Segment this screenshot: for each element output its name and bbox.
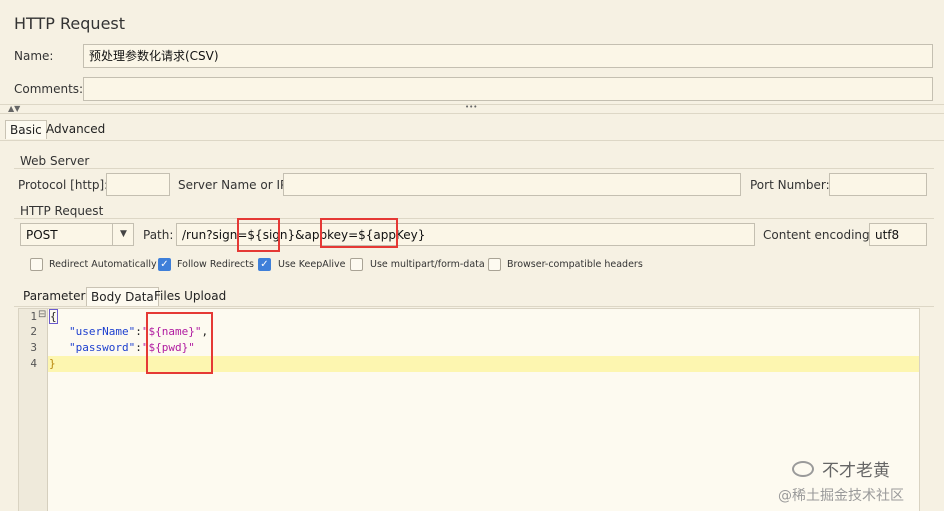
use-keepalive-checkbox[interactable]: ✓ (258, 258, 271, 271)
redirect-automatically-checkbox[interactable] (30, 258, 43, 271)
tab-advanced[interactable]: Advanced (42, 120, 109, 138)
follow-redirects-checkbox[interactable]: ✓ (158, 258, 171, 271)
json-key-username: "userName" (69, 325, 136, 338)
line-number: 1 (30, 310, 37, 323)
port-number-field[interactable] (829, 173, 927, 196)
comments-field[interactable] (83, 77, 933, 101)
json-colon: : (135, 341, 142, 354)
redirect-automatically-label: Redirect Automatically (49, 259, 157, 270)
port-number-label: Port Number: (750, 178, 830, 192)
multipart-checkbox[interactable] (350, 258, 363, 271)
http-request-section-title: HTTP Request (20, 204, 104, 218)
json-key-password: "password" (69, 341, 136, 354)
wechat-icon (792, 461, 814, 477)
collapse-arrows-icon[interactable]: ▲▼ (8, 104, 20, 113)
method-value: POST (26, 228, 58, 242)
watermark-author: 不才老黄 (822, 461, 890, 481)
comments-label: Comments: (14, 82, 84, 96)
page-title: HTTP Request (14, 14, 126, 33)
open-brace: { (49, 309, 58, 324)
protocol-label: Protocol [http]: (18, 178, 109, 192)
follow-redirects-label: Follow Redirects (177, 259, 254, 270)
line-number: 3 (30, 341, 37, 354)
fold-icon[interactable]: ⊟ (38, 309, 46, 320)
line-number: 2 (30, 325, 37, 338)
use-keepalive-label: Use KeepAlive (278, 259, 346, 270)
multipart-label: Use multipart/form-data (370, 259, 485, 270)
close-brace: } (49, 357, 56, 370)
protocol-field[interactable] (106, 173, 170, 196)
annotation-box-sign (237, 218, 280, 252)
browser-compatible-label: Browser-compatible headers (507, 259, 643, 270)
json-colon: : (135, 325, 142, 338)
watermark-site: @稀土掘金技术社区 (778, 488, 904, 504)
name-label: Name: (14, 49, 54, 63)
content-encoding-field[interactable]: utf8 (869, 223, 927, 246)
annotation-box-appkey (320, 218, 398, 248)
web-server-section-title: Web Server (20, 154, 90, 168)
line-number: 4 (30, 357, 37, 370)
splitter-handle[interactable]: ••• (465, 103, 477, 111)
tab-files-upload[interactable]: Files Upload (150, 287, 230, 305)
chevron-down-icon[interactable]: ▼ (112, 224, 134, 245)
name-field[interactable]: 预处理参数化请求(CSV) (83, 44, 933, 68)
tab-parameters[interactable]: Parameters (19, 287, 96, 305)
tab-basic[interactable]: Basic (5, 120, 47, 139)
path-label: Path: (143, 228, 174, 242)
annotation-box-values (146, 312, 213, 374)
server-name-field[interactable] (283, 173, 741, 196)
tab-body-data[interactable]: Body Data (86, 287, 159, 306)
browser-compatible-checkbox[interactable] (488, 258, 501, 271)
content-encoding-label: Content encoding: (763, 228, 874, 242)
editor-gutter (19, 309, 48, 511)
server-name-label: Server Name or IP: (178, 178, 292, 192)
